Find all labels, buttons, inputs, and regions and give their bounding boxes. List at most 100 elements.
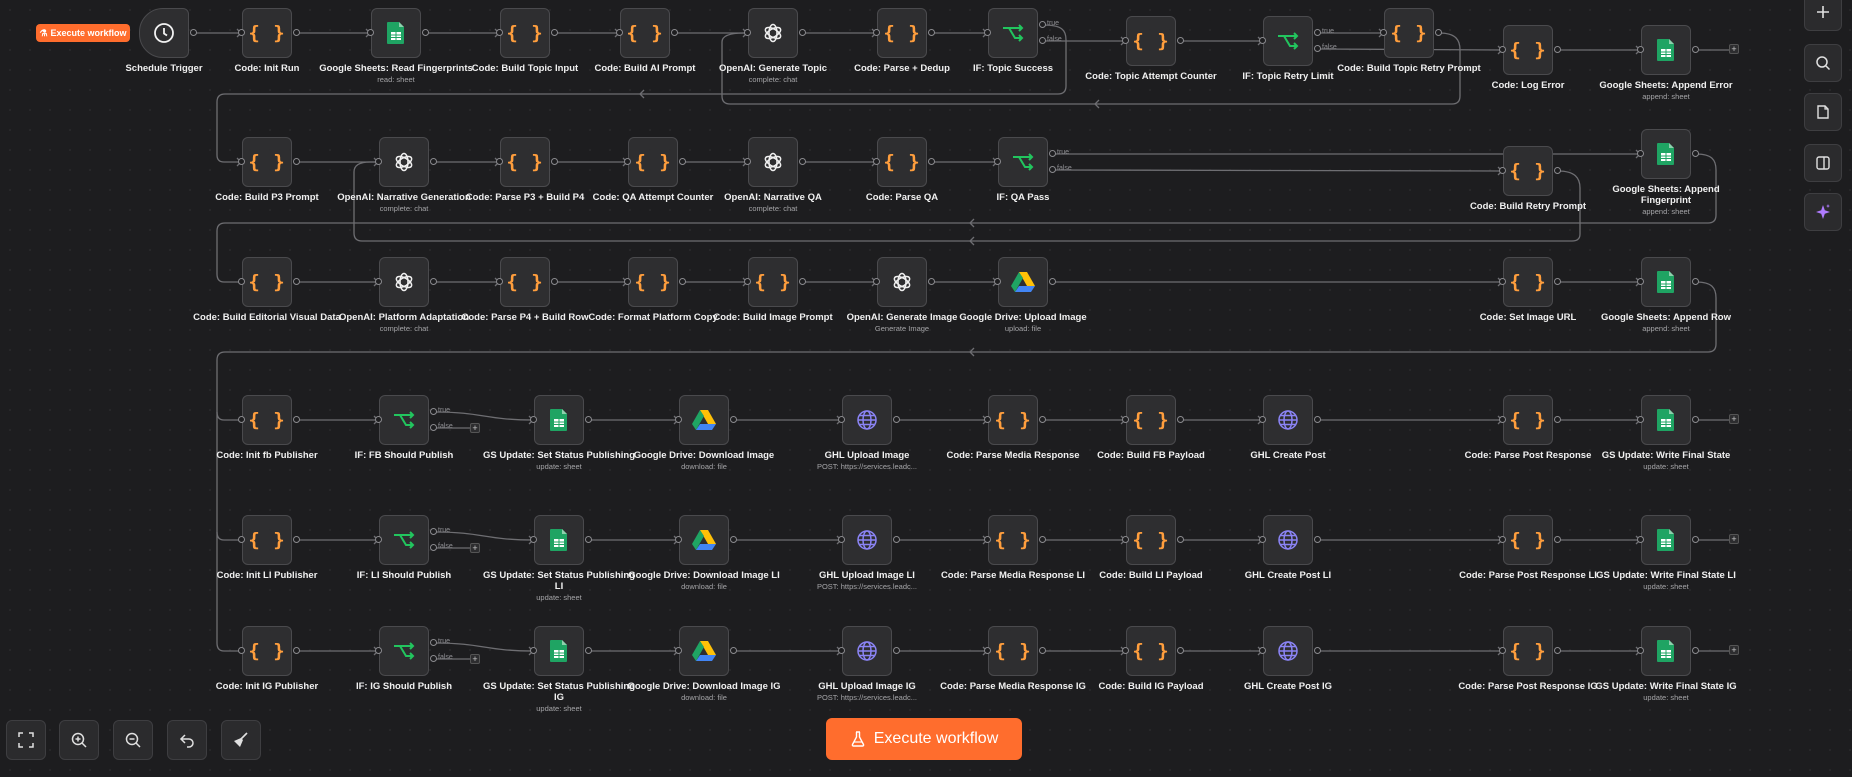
input-port[interactable] [624, 158, 631, 165]
input-port[interactable] [873, 158, 880, 165]
node-box[interactable]: { } [628, 137, 678, 187]
input-port[interactable] [375, 416, 382, 423]
output-port[interactable] [1692, 278, 1699, 285]
output-port[interactable] [1554, 46, 1561, 53]
input-port[interactable] [616, 29, 623, 36]
output-port-true[interactable] [430, 528, 437, 535]
toggle-panel-button[interactable] [1804, 144, 1842, 182]
output-port[interactable] [1554, 647, 1561, 654]
output-port[interactable] [1039, 536, 1046, 543]
node-box[interactable] [679, 395, 729, 445]
input-port[interactable] [1122, 37, 1129, 44]
add-connection-button[interactable]: + [1729, 534, 1739, 544]
input-port[interactable] [984, 416, 991, 423]
output-port[interactable] [585, 647, 592, 654]
node-box[interactable] [1641, 129, 1691, 179]
output-port-false[interactable] [1314, 45, 1321, 52]
zoom-out-button[interactable] [113, 720, 153, 760]
output-port[interactable] [1692, 647, 1699, 654]
node-box[interactable] [1641, 515, 1691, 565]
input-port[interactable] [238, 416, 245, 423]
connection-wire[interactable] [216, 412, 242, 541]
input-port[interactable] [375, 647, 382, 654]
node-box[interactable]: { } [1503, 25, 1553, 75]
input-port[interactable] [238, 278, 245, 285]
output-port[interactable] [928, 29, 935, 36]
input-port[interactable] [1637, 536, 1644, 543]
node-box[interactable]: { } [988, 395, 1038, 445]
output-port[interactable] [893, 416, 900, 423]
node-box[interactable] [1641, 395, 1691, 445]
node-box[interactable]: { } [242, 257, 292, 307]
node-box[interactable] [1263, 515, 1313, 565]
node-box[interactable] [1263, 395, 1313, 445]
output-port[interactable] [1554, 416, 1561, 423]
add-connection-button[interactable]: + [470, 543, 480, 553]
output-port-false[interactable] [1039, 37, 1046, 44]
connection-wire[interactable] [216, 281, 1717, 421]
node-box[interactable]: { } [628, 257, 678, 307]
output-port[interactable] [1039, 647, 1046, 654]
input-port[interactable] [984, 29, 991, 36]
output-port[interactable] [1554, 167, 1561, 174]
add-sticky-note-button[interactable] [1804, 93, 1842, 131]
output-port-true[interactable] [1314, 29, 1321, 36]
add-connection-button[interactable]: + [1729, 645, 1739, 655]
node-box[interactable]: { } [242, 8, 292, 58]
output-port[interactable] [551, 158, 558, 165]
node-box[interactable]: { } [1126, 626, 1176, 676]
input-port[interactable] [1637, 150, 1644, 157]
node-box[interactable]: { } [242, 515, 292, 565]
input-port[interactable] [984, 647, 991, 654]
output-port-true[interactable] [430, 639, 437, 646]
input-port[interactable] [238, 536, 245, 543]
input-port[interactable] [375, 536, 382, 543]
node-box[interactable] [1263, 626, 1313, 676]
add-node-button[interactable] [1804, 0, 1842, 31]
node-box[interactable]: { } [988, 515, 1038, 565]
node-box[interactable] [842, 395, 892, 445]
input-port[interactable] [1380, 29, 1387, 36]
node-box[interactable] [748, 8, 798, 58]
input-port[interactable] [238, 158, 245, 165]
output-port[interactable] [293, 158, 300, 165]
zoom-in-button[interactable] [59, 720, 99, 760]
input-port[interactable] [1122, 416, 1129, 423]
output-port[interactable] [551, 29, 558, 36]
output-port[interactable] [730, 647, 737, 654]
input-port[interactable] [994, 278, 1001, 285]
node-box[interactable] [877, 257, 927, 307]
output-port[interactable] [1692, 416, 1699, 423]
node-box[interactable] [371, 8, 421, 58]
output-port[interactable] [893, 536, 900, 543]
output-port-false[interactable] [1049, 166, 1056, 173]
output-port[interactable] [190, 29, 197, 36]
node-box[interactable] [379, 626, 429, 676]
node-box[interactable] [139, 8, 189, 58]
output-port[interactable] [293, 536, 300, 543]
node-box[interactable]: { } [242, 626, 292, 676]
output-port[interactable] [671, 29, 678, 36]
node-box[interactable]: { } [1503, 257, 1553, 307]
node-box[interactable] [379, 515, 429, 565]
node-box[interactable] [534, 515, 584, 565]
output-port[interactable] [1177, 37, 1184, 44]
output-port[interactable] [928, 278, 935, 285]
connection-wire[interactable] [216, 153, 1717, 283]
execute-workflow-button[interactable]: Execute workflow [826, 718, 1022, 760]
output-port[interactable] [893, 647, 900, 654]
input-port[interactable] [530, 647, 537, 654]
input-port[interactable] [1637, 416, 1644, 423]
ai-assistant-button[interactable] [1804, 193, 1842, 231]
output-port[interactable] [422, 29, 429, 36]
output-port-false[interactable] [430, 424, 437, 431]
add-connection-button[interactable]: + [1729, 414, 1739, 424]
node-box[interactable]: { } [748, 257, 798, 307]
node-box[interactable]: { } [1126, 16, 1176, 66]
node-box[interactable]: { } [1503, 515, 1553, 565]
node-box[interactable]: { } [1126, 395, 1176, 445]
node-box[interactable] [679, 515, 729, 565]
node-box[interactable] [534, 626, 584, 676]
node-box[interactable] [998, 137, 1048, 187]
output-port[interactable] [1177, 647, 1184, 654]
